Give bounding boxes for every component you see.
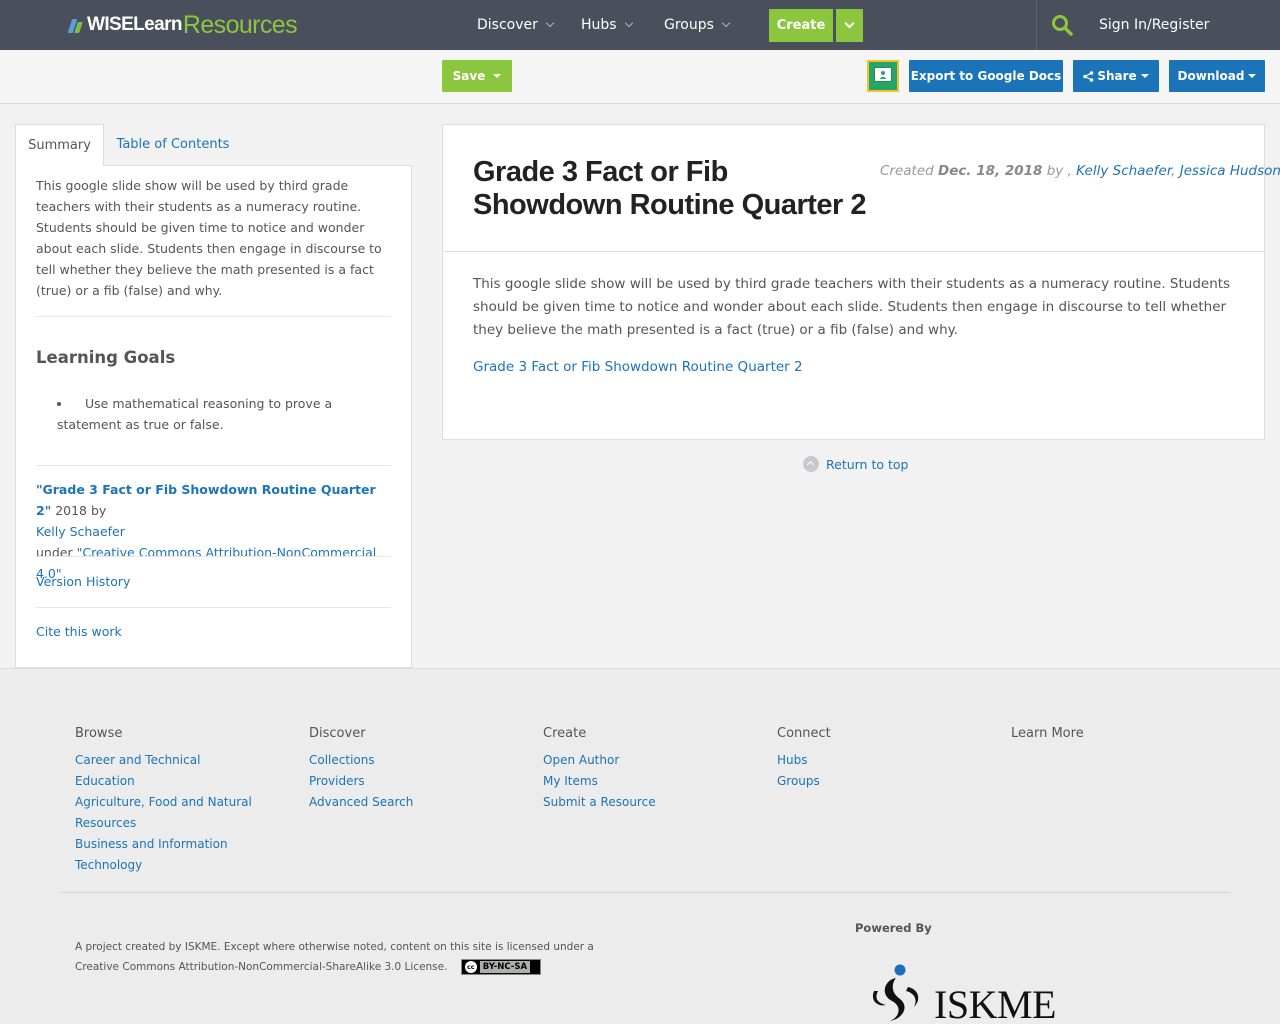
chevron-down-icon — [721, 18, 731, 28]
footer-link[interactable]: Agriculture, Food and Natural Resources — [75, 792, 255, 834]
iskme-wordmark: ISKME — [934, 982, 1056, 1024]
learning-goal-item: Use mathematical reasoning to prove a st… — [57, 396, 333, 432]
site-logo[interactable]: WISELearn Resources — [67, 10, 298, 39]
by-label: by , — [1046, 163, 1072, 179]
attribution-under: under — [36, 545, 73, 560]
resource-card: Grade 3 Fact or Fib Showdown Routine Qua… — [442, 124, 1280, 440]
save-label: Save — [452, 69, 486, 83]
author-link[interactable]: Kelly Schaefer — [1076, 163, 1171, 179]
divider — [36, 465, 391, 466]
resource-toolbar: Save Export to Google Docs Share Downloa… — [0, 50, 1280, 104]
create-dropdown-toggle[interactable] — [836, 9, 863, 42]
classroom-board-shape — [874, 67, 892, 82]
arrow-up-circle-icon — [803, 456, 819, 472]
attribution-author-link[interactable]: Kelly Schaefer — [36, 524, 125, 539]
footer-heading: Browse — [75, 726, 123, 741]
nav-discover-label: Discover — [477, 17, 538, 33]
export-to-google-docs-button[interactable]: Export to Google Docs — [909, 60, 1063, 92]
footer-col-discover: Discover Collections Providers Advanced … — [309, 726, 499, 813]
chevron-down-icon — [844, 18, 855, 29]
return-to-top-link[interactable]: Return to top — [803, 456, 908, 472]
download-label: Download — [1177, 69, 1245, 83]
version-history-link[interactable]: Version History — [36, 574, 130, 589]
resource-meta: Created Dec. 18, 2018 by , Kelly Schaefe… — [880, 163, 1280, 179]
footer-link[interactable]: Advanced Search — [309, 792, 499, 813]
author-link[interactable]: Jessica Hudson — [1180, 163, 1280, 179]
footer-col-browse: Browse Career and Technical Education Ag… — [75, 726, 265, 876]
chevron-down-icon — [624, 18, 633, 28]
logo-mark-icon — [67, 15, 86, 35]
divider — [36, 556, 391, 557]
share-icon — [1083, 70, 1094, 82]
google-classroom-icon[interactable] — [867, 60, 899, 92]
search-icon[interactable] — [1050, 13, 1074, 37]
nav-hubs-label: Hubs — [581, 17, 617, 33]
classroom-people-icon — [879, 71, 887, 79]
page-title: Grade 3 Fact or Fib Showdown Routine Qua… — [473, 156, 867, 221]
cite-this-work-link[interactable]: Cite this work — [36, 624, 122, 639]
resource-description: This google slide show will be used by t… — [473, 276, 1231, 338]
iskme-swirl-icon — [872, 964, 919, 1021]
footer-link[interactable]: My Items — [543, 771, 733, 792]
attribution: "Grade 3 Fact or Fib Showdown Routine Qu… — [36, 479, 391, 584]
created-date: Dec. 18, 2018 — [938, 163, 1043, 179]
footer-license-note: A project created by ISKME. Except where… — [75, 937, 615, 977]
footer-heading: Create — [543, 726, 587, 741]
bullet-icon — [57, 402, 61, 406]
tab-table-of-contents[interactable]: Table of Contents — [104, 124, 242, 165]
summary-panel: This google slide show will be used by t… — [15, 165, 412, 668]
resource-header: Grade 3 Fact or Fib Showdown Routine Qua… — [443, 125, 1280, 252]
return-to-top-label: Return to top — [826, 456, 909, 472]
resource-link[interactable]: Grade 3 Fact or Fib Showdown Routine Qua… — [473, 359, 803, 375]
learning-goals-list: Use mathematical reasoning to prove a st… — [57, 393, 391, 435]
footer-heading: Learn More — [1011, 726, 1084, 741]
iskme-logo[interactable]: ISKME — [866, 961, 1056, 1024]
footer-link[interactable]: Submit a Resource — [543, 792, 733, 813]
created-label: Created — [880, 163, 934, 179]
top-navbar: WISELearn Resources Discover Hubs Groups… — [0, 0, 1280, 50]
create-button[interactable]: Create — [769, 9, 833, 42]
nav-hubs[interactable]: Hubs — [581, 0, 633, 50]
nav-discover[interactable]: Discover — [477, 0, 555, 50]
caret-down-icon — [493, 74, 502, 78]
footer-link[interactable]: Hubs — [777, 750, 967, 771]
footer-link[interactable]: Career and Technical Education — [75, 750, 260, 792]
footer-divider — [60, 892, 1230, 893]
nav-divider — [1036, 0, 1037, 50]
footer-heading: Connect — [777, 726, 831, 741]
powered-by-label: Powered By — [855, 921, 932, 935]
footer-link[interactable]: Collections — [309, 750, 499, 771]
share-label: Share — [1097, 69, 1137, 83]
save-button[interactable]: Save — [442, 60, 512, 92]
tab-summary[interactable]: Summary — [15, 124, 104, 166]
divider — [36, 316, 391, 317]
divider — [36, 607, 391, 608]
chevron-down-icon — [545, 18, 555, 28]
share-button[interactable]: Share — [1073, 60, 1159, 92]
caret-down-icon — [1248, 74, 1257, 78]
attribution-year-by: 2018 by — [55, 503, 107, 518]
caret-down-icon — [1140, 74, 1149, 78]
learning-goals-heading: Learning Goals — [36, 348, 176, 367]
footer-link[interactable]: Business and Information Technology — [75, 834, 235, 876]
logo-text-resources: Resources — [182, 10, 298, 39]
footer-link[interactable]: Providers — [309, 771, 499, 792]
footer-heading: Discover — [309, 726, 366, 741]
site-footer: Browse Career and Technical Education Ag… — [0, 668, 1280, 1024]
nav-groups-label: Groups — [664, 17, 714, 33]
logo-text-wiselearn: WISELearn — [87, 14, 183, 35]
download-button[interactable]: Download — [1169, 60, 1265, 92]
sign-in-register-link[interactable]: Sign In/Register — [1099, 0, 1209, 50]
footer-link[interactable]: Open Author — [543, 750, 733, 771]
footer-col-connect: Connect Hubs Groups — [777, 726, 967, 792]
cc-license-code: BY-NC-SA — [479, 961, 531, 973]
summary-text: This google slide show will be used by t… — [36, 178, 382, 298]
cc-license-badge[interactable]: cc BY-NC-SA — [460, 959, 541, 975]
footer-col-create: Create Open Author My Items Submit a Res… — [543, 726, 733, 813]
nav-groups[interactable]: Groups — [664, 0, 731, 50]
footer-link[interactable]: Groups — [777, 771, 967, 792]
cc-icon: cc — [464, 961, 477, 973]
footer-col-learn-more: Learn More — [1011, 726, 1201, 750]
